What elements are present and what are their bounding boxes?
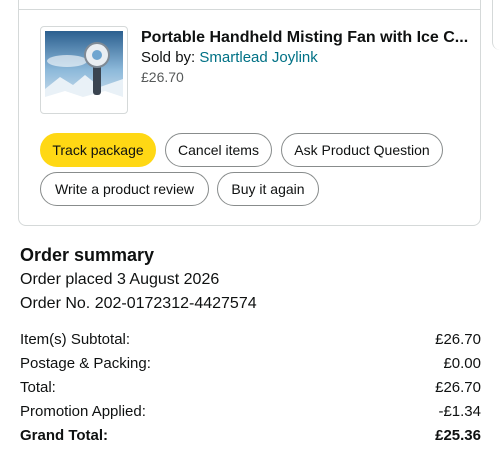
product-title[interactable]: Portable Handheld Misting Fan with Ice C… <box>141 28 471 48</box>
order-placed-date: Order placed 3 August 2026 <box>20 271 220 288</box>
edge-panel <box>492 0 500 50</box>
summary-row-postage: Postage & Packing: £0.00 <box>20 354 481 374</box>
summary-row-total: Total: £26.70 <box>20 378 481 398</box>
sold-by-label: Sold by: <box>141 49 200 66</box>
ask-product-question-button[interactable]: Ask Product Question <box>281 133 443 167</box>
summary-label: Postage & Packing: <box>20 355 151 372</box>
order-number: Order No. 202-0172312-4427574 <box>20 295 257 312</box>
order-summary-title: Order summary <box>20 245 155 265</box>
summary-label: Promotion Applied: <box>20 403 146 420</box>
seller-link[interactable]: Smartlead Joylink <box>199 49 317 66</box>
write-review-button[interactable]: Write a product review <box>40 172 209 206</box>
order-details-page: Portable Handheld Misting Fan with Ice C… <box>0 0 500 455</box>
summary-label: Total: <box>20 379 56 396</box>
summary-value: -£1.34 <box>438 403 481 420</box>
summary-row-subtotal: Item(s) Subtotal: £26.70 <box>20 330 481 350</box>
track-package-button[interactable]: Track package <box>40 133 156 167</box>
sold-by: Sold by: Smartlead Joylink <box>141 48 318 68</box>
summary-label: Item(s) Subtotal: <box>20 331 131 348</box>
summary-row-promotion: Promotion Applied: -£1.34 <box>20 402 481 422</box>
product-price: £26.70 <box>141 69 184 85</box>
summary-value: £25.36 <box>435 427 481 444</box>
summary-value: £26.70 <box>435 331 481 348</box>
summary-value: £0.00 <box>443 355 481 372</box>
card-divider <box>18 9 481 10</box>
product-image[interactable] <box>40 26 128 114</box>
summary-label: Grand Total: <box>20 427 109 444</box>
buy-again-button[interactable]: Buy it again <box>217 172 319 206</box>
misting-fan-image <box>45 31 123 109</box>
cancel-items-button[interactable]: Cancel items <box>165 133 272 167</box>
summary-row-grand-total: Grand Total: £25.36 <box>20 426 481 446</box>
summary-value: £26.70 <box>435 379 481 396</box>
